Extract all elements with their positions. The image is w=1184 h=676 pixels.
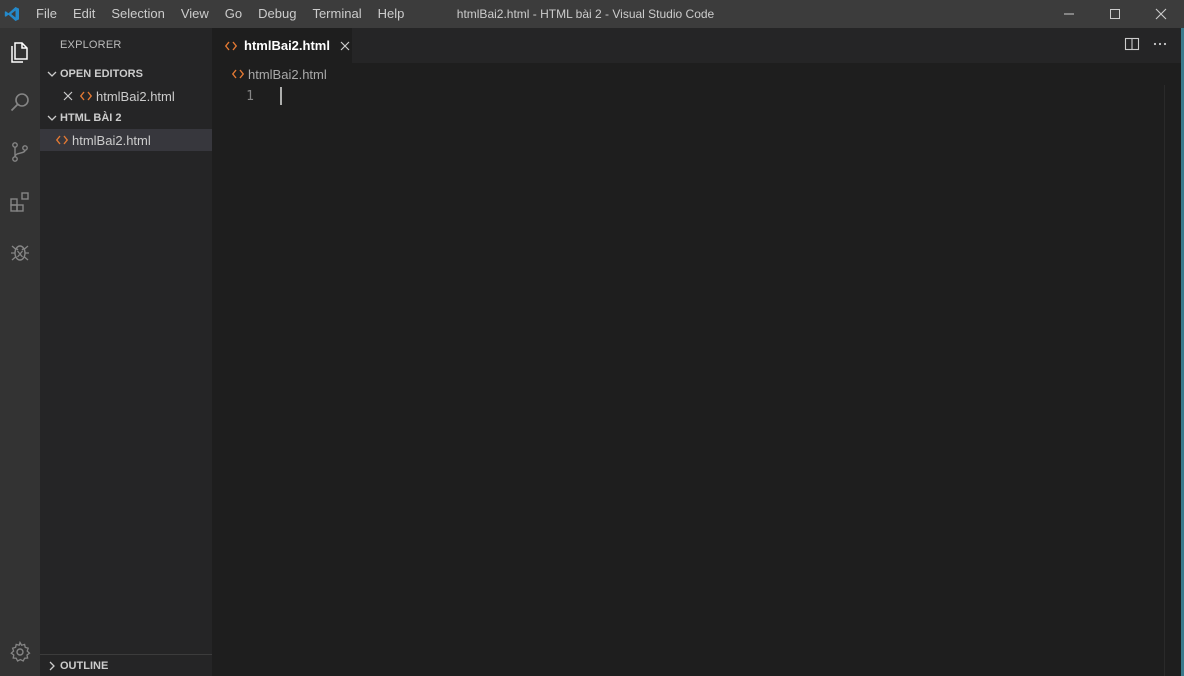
outline-header[interactable]: OUTLINE	[40, 655, 212, 676]
extensions-button[interactable]	[0, 180, 40, 224]
files-icon	[11, 42, 28, 63]
split-editor-button[interactable]	[1124, 36, 1140, 55]
explorer-header: EXPLORER	[60, 39, 122, 51]
extensions-icon	[10, 192, 29, 212]
menu-bar: File Edit Selection View Go Debug Termin…	[28, 0, 412, 28]
html-file-icon	[224, 38, 238, 54]
minimize-button[interactable]	[1046, 0, 1092, 28]
title-bar: File Edit Selection View Go Debug Termin…	[0, 0, 1184, 28]
open-editors-header[interactable]: OPEN EDITORS	[40, 63, 212, 85]
folder-file-item[interactable]: htmlBai2.html	[40, 129, 212, 151]
text-cursor	[280, 87, 282, 105]
breadcrumb[interactable]: htmlBai2.html	[212, 63, 1184, 85]
breadcrumb-filename[interactable]: htmlBai2.html	[248, 67, 327, 82]
menu-terminal[interactable]: Terminal	[304, 0, 369, 28]
search-button[interactable]	[0, 80, 40, 124]
tab-close-button[interactable]	[338, 38, 352, 54]
editor-tabs: htmlBai2.html	[212, 28, 1184, 63]
settings-button[interactable]	[0, 630, 40, 674]
chevron-down-icon	[44, 66, 60, 82]
menu-file[interactable]: File	[28, 0, 65, 28]
chevron-down-icon	[44, 110, 60, 126]
source-control-button[interactable]	[0, 130, 40, 174]
tab-htmlbai2[interactable]: htmlBai2.html	[212, 28, 352, 63]
open-editors-label: OPEN EDITORS	[60, 68, 143, 80]
debug-icon	[11, 245, 29, 261]
vscode-logo-icon	[0, 0, 24, 28]
chevron-right-icon	[44, 658, 60, 674]
explorer-sidebar: EXPLORER OPEN EDITORS htmlBai2.html HTML…	[40, 28, 212, 676]
minimize-icon	[1064, 13, 1074, 15]
folder-header[interactable]: HTML BÀI 2	[40, 107, 212, 129]
line-number: 1	[246, 89, 254, 104]
close-window-button[interactable]	[1138, 0, 1184, 28]
more-actions-icon	[1153, 42, 1167, 46]
folder-filename: htmlBai2.html	[72, 132, 151, 148]
close-editor-icon[interactable]	[60, 88, 76, 104]
close-icon	[1155, 8, 1167, 20]
gear-icon	[10, 640, 31, 662]
window-controls	[1046, 0, 1184, 28]
close-icon	[340, 41, 350, 50]
debug-button[interactable]	[0, 230, 40, 274]
search-icon	[10, 93, 29, 112]
outline-section[interactable]: OUTLINE	[40, 654, 212, 676]
maximize-icon	[1110, 9, 1120, 19]
more-actions-button[interactable]	[1152, 36, 1168, 55]
html-file-icon	[54, 132, 70, 148]
menu-help[interactable]: Help	[370, 0, 413, 28]
menu-edit[interactable]: Edit	[65, 0, 103, 28]
folder-label: HTML BÀI 2	[60, 112, 122, 124]
code-editor[interactable]: 1	[212, 85, 1184, 676]
outline-label: OUTLINE	[60, 660, 109, 672]
html-file-icon	[230, 66, 246, 82]
open-editor-item[interactable]: htmlBai2.html	[40, 85, 212, 107]
menu-go[interactable]: Go	[217, 0, 250, 28]
source-control-icon	[12, 142, 28, 162]
menu-selection[interactable]: Selection	[103, 0, 172, 28]
html-file-icon	[78, 88, 94, 104]
maximize-button[interactable]	[1092, 0, 1138, 28]
open-editor-filename: htmlBai2.html	[96, 88, 175, 104]
split-editor-icon	[1124, 37, 1140, 51]
editor-actions	[1124, 28, 1168, 63]
explorer-button[interactable]	[0, 30, 40, 74]
tab-label: htmlBai2.html	[244, 38, 330, 53]
menu-debug[interactable]: Debug	[250, 0, 304, 28]
menu-view[interactable]: View	[173, 0, 217, 28]
activity-bar	[0, 28, 40, 676]
